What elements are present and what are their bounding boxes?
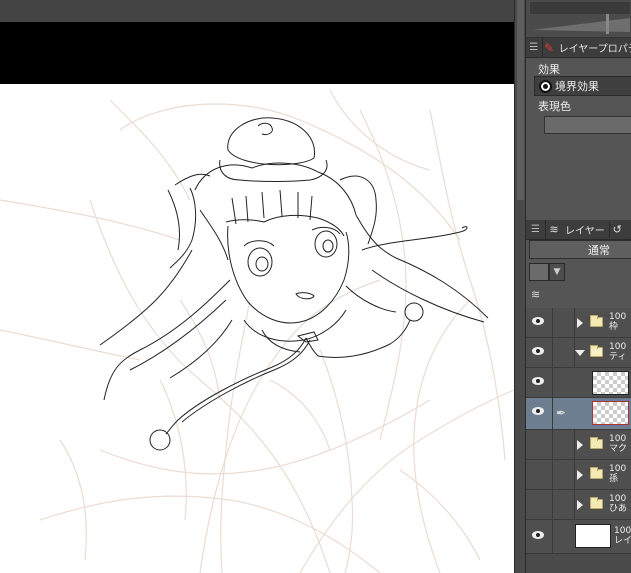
column-divider [552, 368, 553, 397]
layer-name: 枠 [609, 322, 619, 332]
eye-icon[interactable] [532, 407, 544, 415]
layer-opacity: 100 [609, 342, 627, 352]
column-divider [552, 490, 553, 519]
drawing-canvas[interactable] [0, 0, 514, 573]
folder-icon [590, 497, 603, 509]
layer-opacity: 100 [609, 464, 627, 474]
layers-icon: ≋ [549, 223, 559, 236]
layer-name: ティ [609, 352, 627, 362]
folder-icon [590, 467, 603, 479]
expand-arrow-icon[interactable] [577, 500, 583, 510]
folder-icon [590, 315, 603, 327]
collapse-arrow-icon[interactable] [575, 350, 585, 356]
navigator-strip [526, 0, 631, 38]
layer-row[interactable]: 100 枠 [526, 308, 631, 338]
scrollbar-thumb[interactable] [517, 0, 524, 200]
open-folder-icon [590, 345, 603, 357]
layer-name: 孫 [609, 474, 619, 484]
layer-opacity: 100 [614, 526, 631, 536]
layer-thumbnail [592, 401, 629, 425]
layer-name: マク [609, 444, 628, 454]
radio-icon [539, 79, 552, 93]
column-divider [574, 430, 575, 459]
layer-name: ひあ [609, 504, 628, 514]
eye-icon[interactable] [532, 317, 544, 325]
layer-stack-icon[interactable]: ≋ [531, 288, 549, 302]
display-color-selector[interactable] [544, 116, 631, 134]
expand-arrow-icon[interactable] [577, 470, 583, 480]
layer-row[interactable]: 100 ひあ [526, 490, 631, 520]
panel-menu-icon[interactable]: ☰ [526, 219, 546, 240]
blend-mode-value: 通常 [588, 243, 610, 257]
column-divider [552, 338, 553, 367]
border-effect-toggle[interactable]: 境界効果 [534, 76, 631, 96]
panel-menu-icon[interactable]: ☰ [526, 37, 543, 58]
expand-arrow-icon[interactable] [577, 440, 583, 450]
rough-sketch-lines [0, 89, 514, 573]
layer-thumbnail [592, 371, 629, 395]
folder-icon [590, 437, 603, 449]
canvas-vertical-scrollbar[interactable] [514, 0, 526, 573]
canvas-pasteboard [0, 22, 514, 84]
eye-icon[interactable] [532, 377, 544, 385]
column-divider [552, 308, 553, 337]
eye-icon[interactable] [532, 347, 544, 355]
column-divider [552, 398, 553, 429]
layer-row-selected[interactable]: ✒ [526, 398, 631, 430]
artwork-svg [0, 89, 514, 573]
effect-heading: 効果 [538, 63, 560, 76]
property-panel-tab[interactable]: ☰ ✎ レイヤープロパティ [526, 37, 631, 58]
layer-panel-tab[interactable]: ☰ ≋ レイヤー ↺ [526, 219, 631, 240]
navigator-preview [530, 2, 630, 34]
layer-list: 100 枠 100 ティ ✒ 100 マク 100 孫 100 ひあ 100 レ… [526, 308, 631, 573]
chevron-down-icon[interactable]: ▼ [549, 263, 565, 281]
artwork[interactable] [0, 84, 514, 573]
layer-opacity: 100 [609, 312, 627, 322]
blend-mode-select[interactable]: 通常 [529, 240, 631, 259]
canvas-top-bar [0, 0, 514, 22]
column-divider [574, 308, 575, 337]
paper-thumbnail [575, 524, 611, 548]
column-divider [574, 490, 575, 519]
layer-color-button[interactable] [529, 263, 549, 281]
right-panel: ☰ ✎ レイヤープロパティ 効果 境界効果 表現色 ☰ ≋ レイヤー ↺ 通常 … [526, 0, 631, 573]
layer-row[interactable] [526, 368, 631, 398]
column-divider [574, 460, 575, 489]
layer-name: レイ [614, 536, 631, 546]
layer-row[interactable]: 100 レイ [526, 520, 631, 554]
layer-row[interactable]: 100 マク [526, 430, 631, 460]
eye-icon[interactable] [532, 531, 544, 539]
expand-arrow-icon[interactable] [577, 318, 583, 328]
column-divider [552, 460, 553, 489]
layer-row[interactable]: 100 ティ [526, 338, 631, 368]
property-panel-body [526, 140, 631, 220]
layer-opacity: 100 [609, 434, 627, 444]
display-color-heading: 表現色 [538, 100, 571, 113]
property-tab-label: レイヤープロパティ [558, 44, 631, 55]
layer-opacity: 100 [609, 494, 627, 504]
border-effect-label: 境界効果 [555, 80, 599, 93]
layer-row[interactable]: 100 孫 [526, 460, 631, 490]
undo-history-icon[interactable]: ↺ [608, 221, 625, 238]
layer-tab-label: レイヤー [565, 226, 605, 237]
pen-icon: ✒ [556, 406, 567, 420]
column-divider [552, 430, 553, 459]
column-divider [552, 520, 553, 553]
brush-icon: ✎ [544, 40, 555, 55]
